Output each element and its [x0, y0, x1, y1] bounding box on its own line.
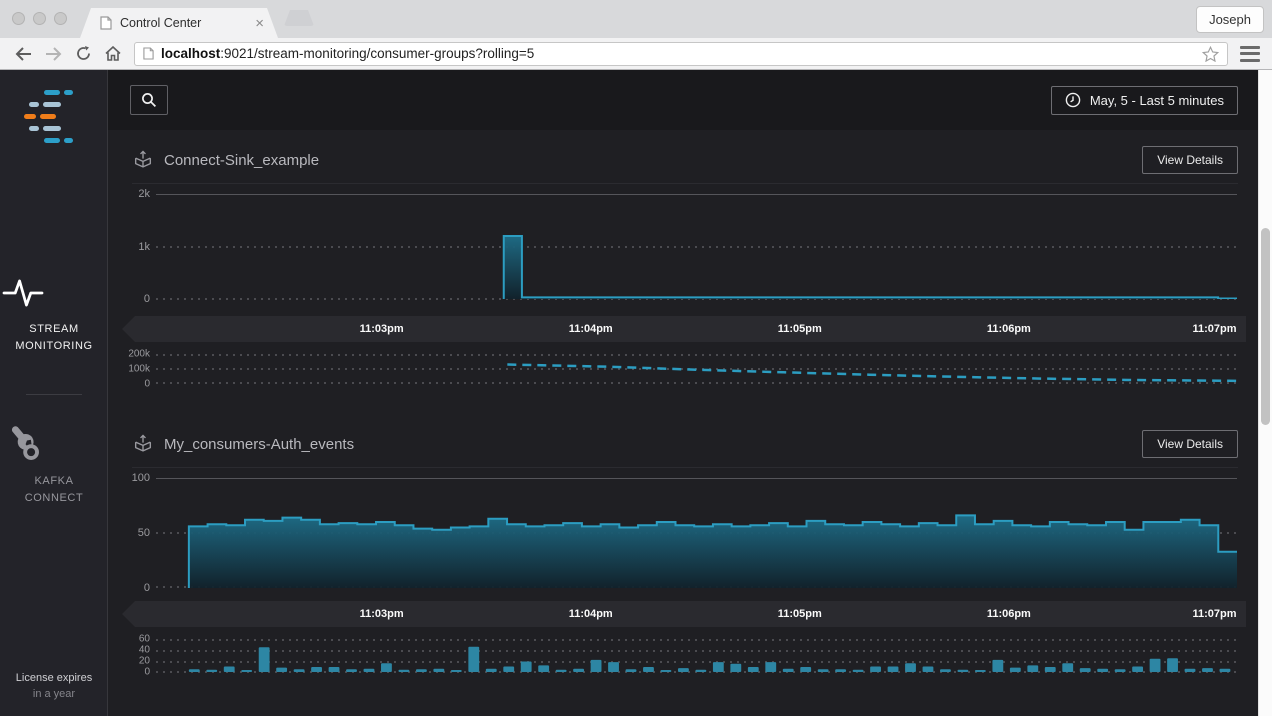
chart2-y-axis: 100 50 0 [131, 472, 150, 594]
chart2-mini-plot [156, 639, 1237, 673]
browser-tab-strip: Control Center × Joseph [0, 0, 1272, 38]
search-button[interactable] [130, 85, 168, 115]
sidebar-item-stream-monitoring[interactable]: STREAM MONITORING [0, 274, 108, 355]
chart2-title: My_consumers-Auth_events [164, 435, 355, 453]
url-path: :9021/stream-monitoring/consumer-groups?… [220, 46, 535, 61]
new-tab-button[interactable] [284, 10, 314, 26]
chart1-x-axis-band: 11:03pm 11:04pm 11:05pm 11:06pm 11:07pm [122, 316, 1246, 342]
sidebar-item-label: KAFKA CONNECT [24, 475, 84, 504]
page-scrollbar[interactable] [1258, 70, 1272, 716]
scrollbar-thumb[interactable] [1261, 228, 1270, 425]
search-icon [142, 93, 157, 108]
chart2-header: My_consumers-Auth_events View Details [132, 430, 1238, 468]
chart1-view-details-button[interactable]: View Details [1142, 146, 1238, 174]
tab-control-center[interactable]: Control Center × [80, 8, 278, 38]
url-host: localhost [161, 46, 221, 61]
profile-button[interactable]: Joseph [1196, 6, 1264, 33]
chart1-mini-plot [156, 354, 1237, 384]
consumer-group-box-icon [134, 150, 152, 168]
chart1-y-axis: 2k 1k 0 [138, 188, 150, 305]
bookmark-star-icon[interactable] [1202, 45, 1219, 62]
page-icon [100, 16, 112, 30]
consumer-group-box-icon [134, 434, 152, 452]
chart2-mini-plot-row: 60 40 20 0 [120, 633, 1237, 678]
chart1-header: Connect-Sink_example View Details [132, 146, 1238, 184]
time-range-button[interactable]: May, 5 - Last 5 minutes [1050, 85, 1238, 115]
window-controls[interactable] [12, 12, 67, 25]
time-range-label: May, 5 - Last 5 minutes [1089, 92, 1224, 108]
forward-icon[interactable] [41, 42, 65, 66]
chart1-main-plot [156, 194, 1237, 300]
top-toolbar: May, 5 - Last 5 minutes [108, 70, 1258, 130]
chart1-main-plot-row: 2k 1k 0 [120, 188, 1237, 305]
tab-close-icon[interactable]: × [255, 16, 264, 31]
url-bar[interactable]: localhost:9021/stream-monitoring/consume… [134, 41, 1228, 66]
chart2-main-plot [156, 478, 1237, 588]
chart1-mini-plot-row: 200k 100k 0 [120, 348, 1237, 390]
sidebar-item-kafka-connect[interactable]: KAFKA CONNECT [0, 422, 108, 507]
chart2-main-plot-row: 100 50 0 [120, 472, 1237, 594]
home-icon[interactable] [101, 42, 125, 66]
chart2-x-axis-band: 11:03pm 11:04pm 11:05pm 11:06pm 11:07pm [122, 601, 1246, 627]
sidebar: STREAM MONITORING KAFKA CONNECT License … [0, 70, 108, 716]
url-text[interactable]: localhost:9021/stream-monitoring/consume… [161, 46, 1196, 61]
chart1-title: Connect-Sink_example [164, 151, 320, 169]
chart2-mini-y-axis: 60 40 20 0 [138, 633, 150, 678]
tab-title: Control Center [120, 16, 202, 30]
screen: Control Center × Joseph localhost:9021/s… [0, 0, 1272, 716]
sidebar-divider [26, 394, 82, 395]
pulse-icon [2, 279, 44, 307]
close-window-button[interactable] [12, 12, 25, 25]
minimize-window-button[interactable] [33, 12, 46, 25]
control-center-app: STREAM MONITORING KAFKA CONNECT License … [0, 70, 1272, 716]
clock-icon [1065, 92, 1081, 108]
page-icon [143, 47, 154, 60]
license-notice: License expires in a year [15, 672, 93, 700]
menu-icon[interactable] [1240, 45, 1260, 62]
reload-icon[interactable] [71, 42, 95, 66]
main-content: May, 5 - Last 5 minutes Connect-Sink_exa… [108, 70, 1258, 716]
wrench-icon [11, 426, 39, 460]
back-icon[interactable] [11, 42, 35, 66]
chart2-view-details-button[interactable]: View Details [1142, 430, 1238, 458]
zoom-window-button[interactable] [54, 12, 67, 25]
confluent-logo[interactable] [0, 90, 108, 148]
sidebar-item-label: STREAM MONITORING [15, 323, 93, 352]
chart1-mini-y-axis: 200k 100k 0 [128, 348, 150, 390]
browser-toolbar: localhost:9021/stream-monitoring/consume… [0, 38, 1272, 70]
